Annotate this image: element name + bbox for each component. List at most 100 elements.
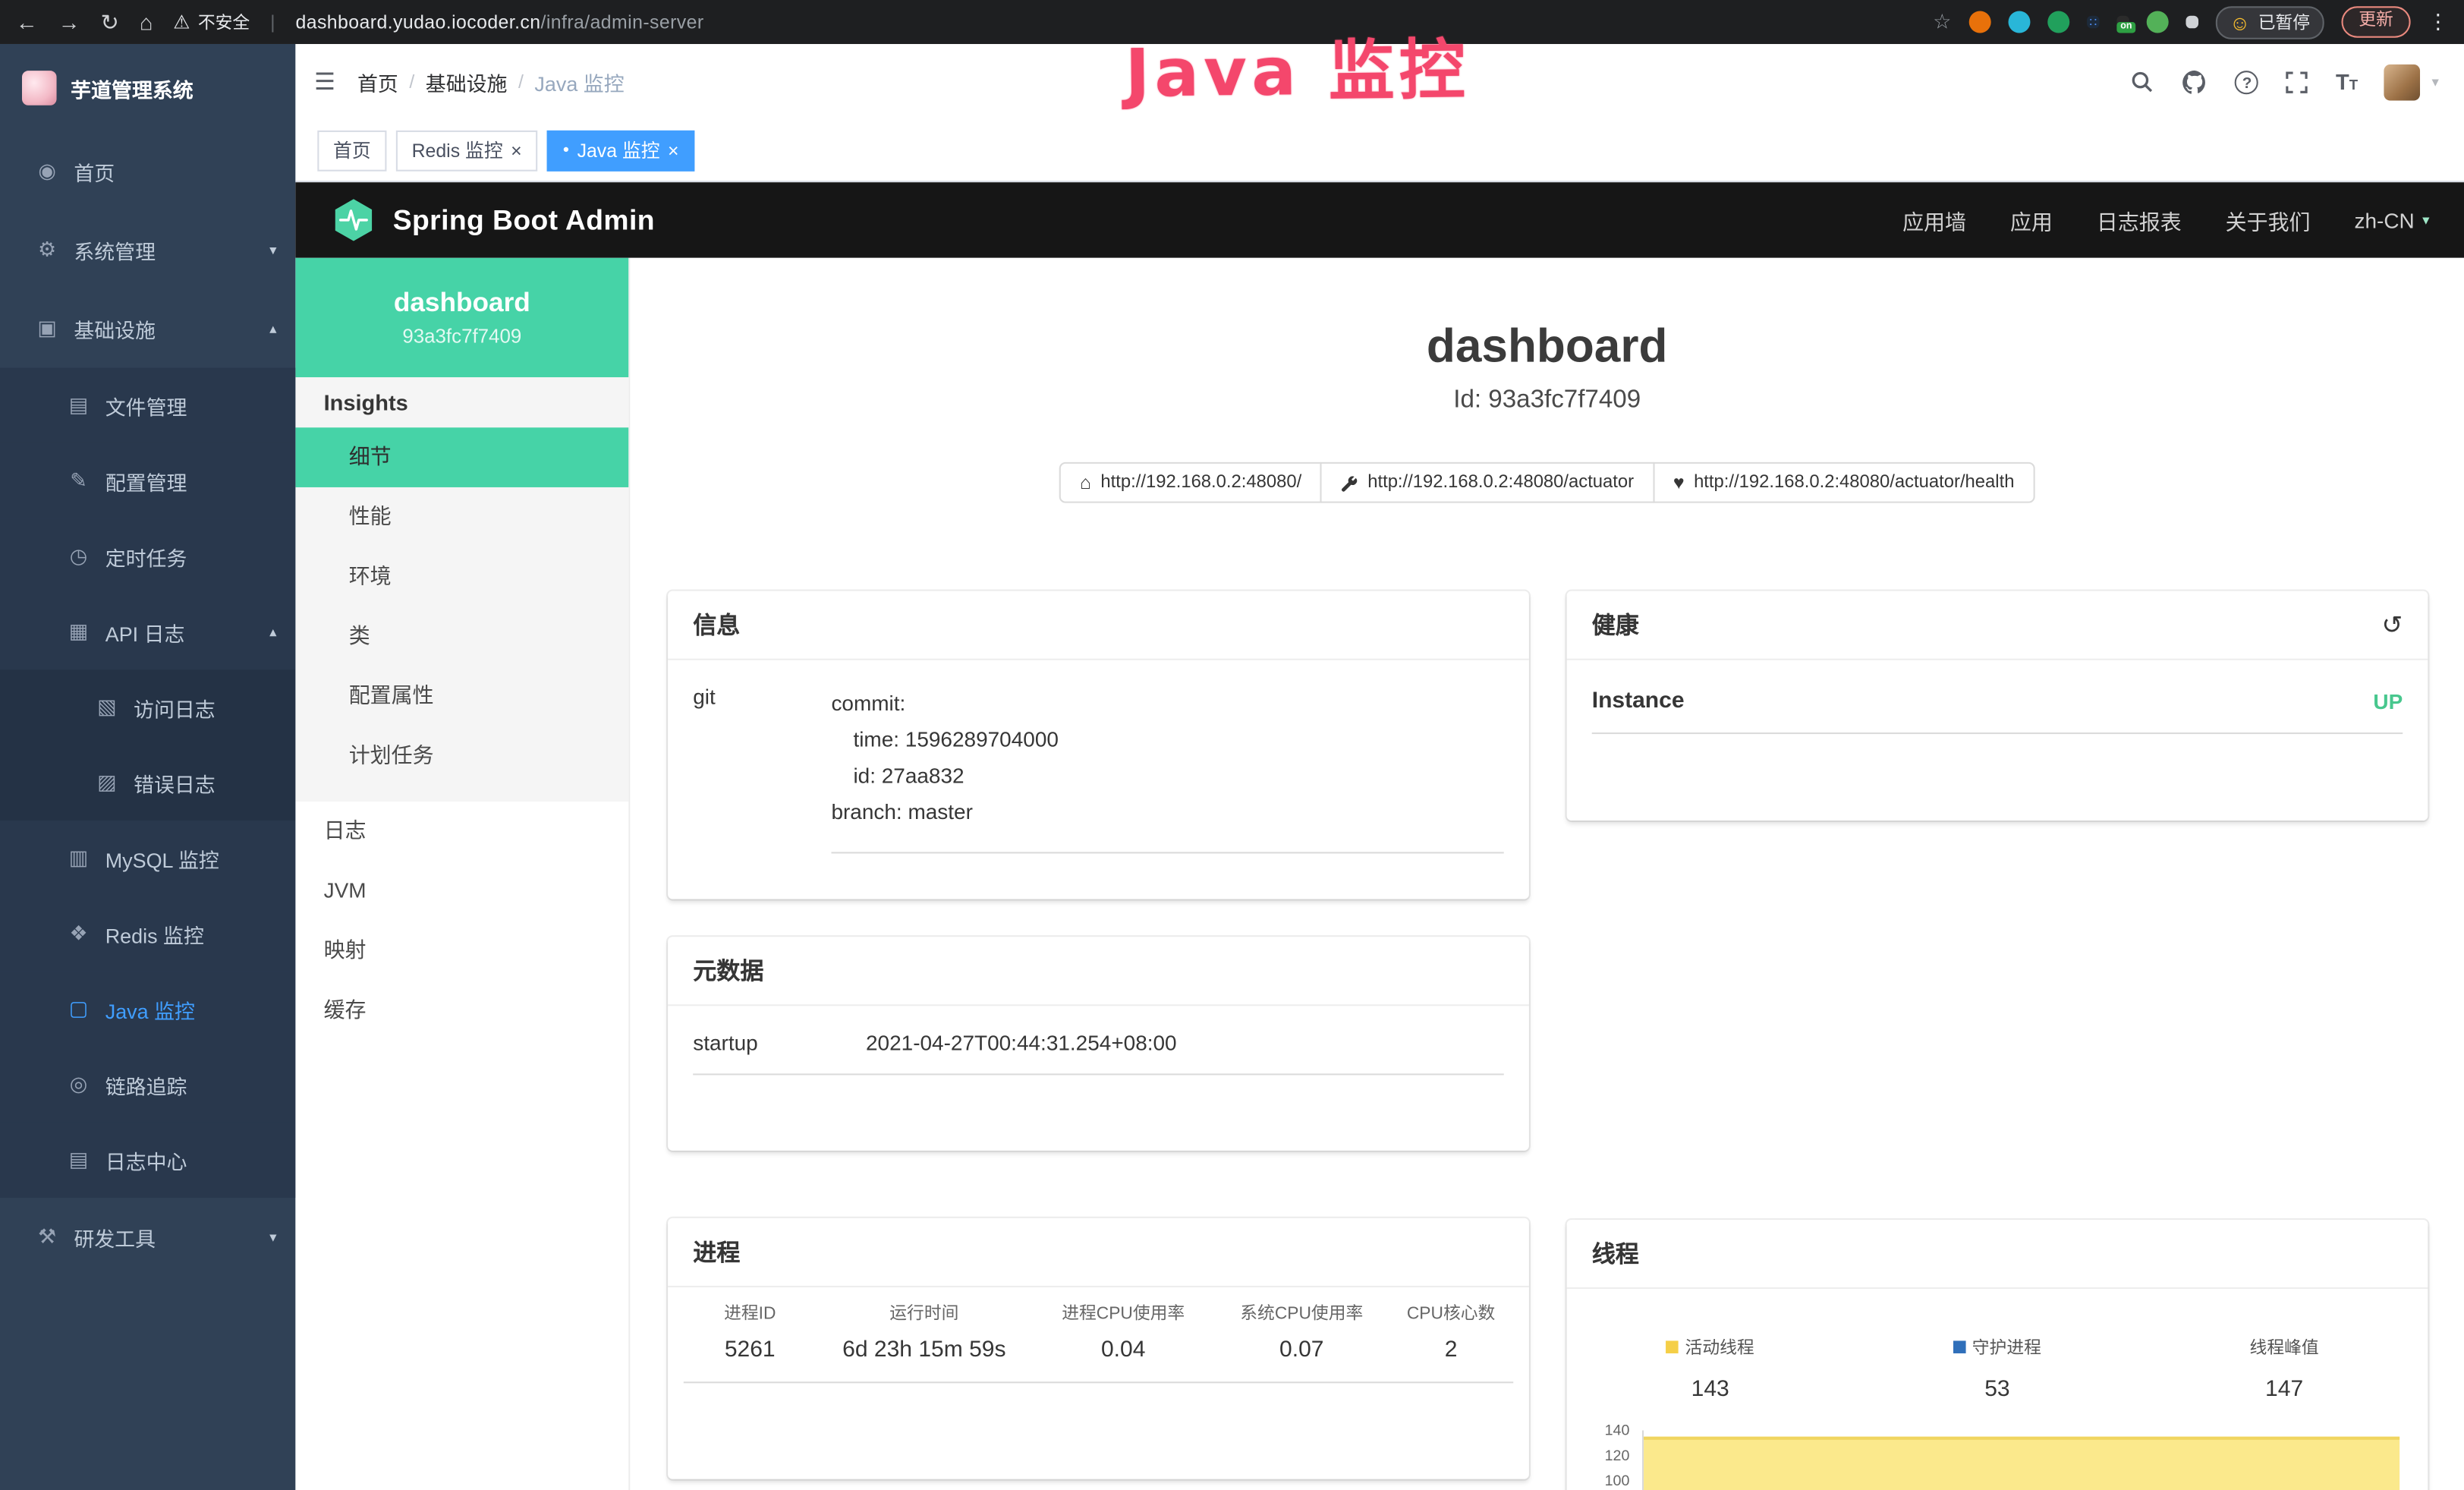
sidebar-item-infrastructure[interactable]: ▣ 基础设施 ▴ — [0, 289, 295, 368]
history-icon[interactable]: ↺ — [2381, 609, 2403, 640]
sidebar-item-scheduled-jobs[interactable]: ◷ 定时任务 — [0, 518, 295, 594]
sba-menu-details[interactable]: 细节 — [295, 427, 628, 487]
health-row[interactable]: Instance UP — [1592, 660, 2403, 734]
breadcrumb-current: Java 监控 — [534, 67, 624, 96]
trace-icon: ◎ — [66, 1072, 91, 1097]
security-indicator[interactable]: ⚠ 不安全 — [173, 9, 250, 34]
app-logo-row[interactable]: 芋道管理系统 — [0, 44, 295, 132]
fullscreen-icon[interactable] — [2286, 70, 2309, 93]
github-icon[interactable] — [2182, 68, 2208, 95]
help-icon[interactable]: ? — [2236, 70, 2259, 93]
sba-locale-label: zh-CN — [2354, 208, 2414, 232]
sba-nav-journal[interactable]: 日志报表 — [2097, 204, 2182, 235]
health-card-header: 健康 ↺ — [1567, 591, 2428, 660]
process-card: 进程 进程ID 运行时间 进程CPU使用率 系统CPU使用率 CPU核心数 — [668, 1218, 1529, 1479]
metadata-card-title: 元数据 — [693, 954, 763, 987]
sba-header: Spring Boot Admin 应用墙 应用 日志报表 关于我们 zh-CN… — [295, 182, 2464, 257]
sidebar-item-system[interactable]: ⚙ 系统管理 ▾ — [0, 210, 295, 289]
sidebar-item-access-log[interactable]: ▧ 访问日志 — [0, 669, 295, 745]
breadcrumb-infrastructure[interactable]: 基础设施 — [426, 67, 508, 96]
sba-nav-about[interactable]: 关于我们 — [2226, 204, 2311, 235]
green-extension-icon[interactable] — [2047, 11, 2069, 33]
forward-icon[interactable]: → — [58, 0, 80, 44]
sba-menu-mappings[interactable]: 映射 — [295, 921, 628, 981]
sidebar-item-label: 配置管理 — [105, 466, 277, 496]
bookmark-star-icon[interactable]: ☆ — [1933, 9, 1951, 34]
grid-extension-icon[interactable] — [2086, 16, 2099, 29]
redis-icon: ❖ — [66, 921, 91, 946]
switch-extension-icon[interactable]: on — [2116, 16, 2129, 29]
metadata-row: startup 2021-04-27T00:44:31.254+08:00 — [693, 1006, 1504, 1075]
sba-menu-jvm[interactable]: JVM — [295, 862, 628, 921]
back-icon[interactable]: ← — [16, 0, 38, 44]
close-icon[interactable]: × — [668, 140, 679, 159]
chevron-up-icon: ▴ — [269, 320, 276, 337]
address-bar[interactable]: dashboard.yudao.iocoder.cn/infra/admin-s… — [296, 11, 704, 33]
sba-menu-scheduled-tasks[interactable]: 计划任务 — [295, 726, 628, 786]
sba-menu-caches[interactable]: 缓存 — [295, 981, 628, 1041]
sba-brand[interactable]: Spring Boot Admin — [330, 197, 655, 244]
sidebar-item-trace[interactable]: ◎ 链路追踪 — [0, 1047, 295, 1122]
sba-instance-block[interactable]: dashboard 93a3fc7f7409 — [295, 258, 628, 377]
sba-menu-logs[interactable]: 日志 — [295, 802, 628, 862]
sidebar-item-redis-monitor[interactable]: ❖ Redis 监控 — [0, 896, 295, 971]
sidebar-item-error-log[interactable]: ▨ 错误日志 — [0, 745, 295, 821]
browser-update-button[interactable]: 更新 — [2341, 6, 2410, 37]
threads-card-title: 线程 — [1592, 1237, 1639, 1270]
sidebar-item-mysql-monitor[interactable]: ▥ MySQL 监控 — [0, 821, 295, 896]
sba-menu-environment[interactable]: 环境 — [295, 547, 628, 607]
tab-redis-monitor[interactable]: Redis 监控 × — [396, 130, 537, 171]
font-size-icon[interactable]: TT — [2336, 69, 2358, 94]
heartbeat-icon: ♥ — [1673, 464, 1685, 502]
sba-menu-config-props[interactable]: 配置属性 — [295, 666, 628, 726]
leaf-extension-icon[interactable] — [2146, 11, 2168, 33]
health-card: 健康 ↺ Instance UP — [1567, 591, 2428, 821]
sidebar-item-devtools[interactable]: ⚒ 研发工具 ▾ — [0, 1198, 295, 1277]
health-url-button[interactable]: ♥ http://192.168.0.2:48080/actuator/heal… — [1653, 462, 2034, 503]
sidebar-item-home[interactable]: ◉ 首页 — [0, 132, 295, 211]
info-card-body: git commit: time: 1596289704000 id: 27aa… — [668, 660, 1529, 854]
actuator-url-button[interactable]: http://192.168.0.2:48080/actuator — [1320, 462, 1654, 503]
fox-extension-icon[interactable] — [1968, 11, 1990, 33]
metadata-value: 2021-04-27T00:44:31.254+08:00 — [866, 1031, 1177, 1054]
blue-legend-swatch — [1953, 1340, 1966, 1353]
process-card-header: 进程 — [668, 1218, 1529, 1287]
search-icon[interactable] — [2130, 69, 2155, 94]
threads-card: 线程 活动线程 143 守护进程 53 — [1567, 1220, 2428, 1490]
sba-nav-applications[interactable]: 应用 — [2010, 204, 2053, 235]
wrench-icon — [1341, 474, 1358, 491]
legend-label: 活动线程 — [1685, 1334, 1754, 1359]
sidebar-item-label: Redis 监控 — [105, 918, 277, 948]
sidebar-item-api-log[interactable]: ▦ API 日志 ▴ — [0, 594, 295, 669]
paused-chip[interactable]: ☺ 已暂停 — [2215, 5, 2324, 38]
sba-sidebar: dashboard 93a3fc7f7409 Insights 细节 性能 环境… — [295, 258, 630, 1490]
sba-locale-select[interactable]: zh-CN ▾ — [2354, 208, 2429, 232]
reload-icon[interactable]: ↻ — [101, 0, 119, 44]
url-domain: dashboard.yudao.iocoder.cn — [296, 11, 541, 33]
home-icon[interactable]: ⌂ — [140, 0, 153, 44]
sba-nav-wallboard[interactable]: 应用墙 — [1902, 204, 1966, 235]
tab-home[interactable]: 首页 — [317, 130, 386, 171]
sba-menu-metrics[interactable]: 性能 — [295, 487, 628, 547]
process-col-label: 系统CPU使用率 — [1215, 1300, 1389, 1325]
drop-extension-icon[interactable] — [2008, 11, 2030, 33]
sba-logo-icon — [330, 197, 377, 244]
avatar[interactable] — [2384, 64, 2421, 100]
puzzle-extension-icon[interactable] — [2186, 16, 2198, 29]
browser-menu-icon[interactable]: ⋮ — [2428, 9, 2448, 34]
hamburger-icon[interactable]: ☰ — [314, 68, 335, 96]
sba-insights-group: Insights 细节 性能 环境 类 配置属性 计划任务 — [295, 377, 628, 802]
instance-url-button[interactable]: ⌂ http://192.168.0.2:48080/ — [1059, 462, 1322, 503]
info-card: 信息 git commit: time: 1596289704000 id: 2… — [668, 591, 1529, 899]
close-icon[interactable]: × — [511, 140, 522, 159]
sidebar-item-config-manage[interactable]: ✎ 配置管理 — [0, 443, 295, 518]
health-instance-label: Instance — [1592, 688, 1685, 713]
sidebar-item-file-manage[interactable]: ▤ 文件管理 — [0, 368, 295, 443]
tab-java-monitor[interactable]: ● Java 监控 × — [547, 130, 695, 171]
sidebar-item-log-center[interactable]: ▤ 日志中心 — [0, 1123, 295, 1198]
git-commit-line: commit: — [831, 685, 1503, 722]
sba-menu-classes[interactable]: 类 — [295, 606, 628, 666]
live-threads-area-series — [1644, 1437, 2399, 1490]
sidebar-item-java-monitor[interactable]: ▢ Java 监控 — [0, 972, 295, 1047]
breadcrumb-home[interactable]: 首页 — [357, 67, 398, 96]
